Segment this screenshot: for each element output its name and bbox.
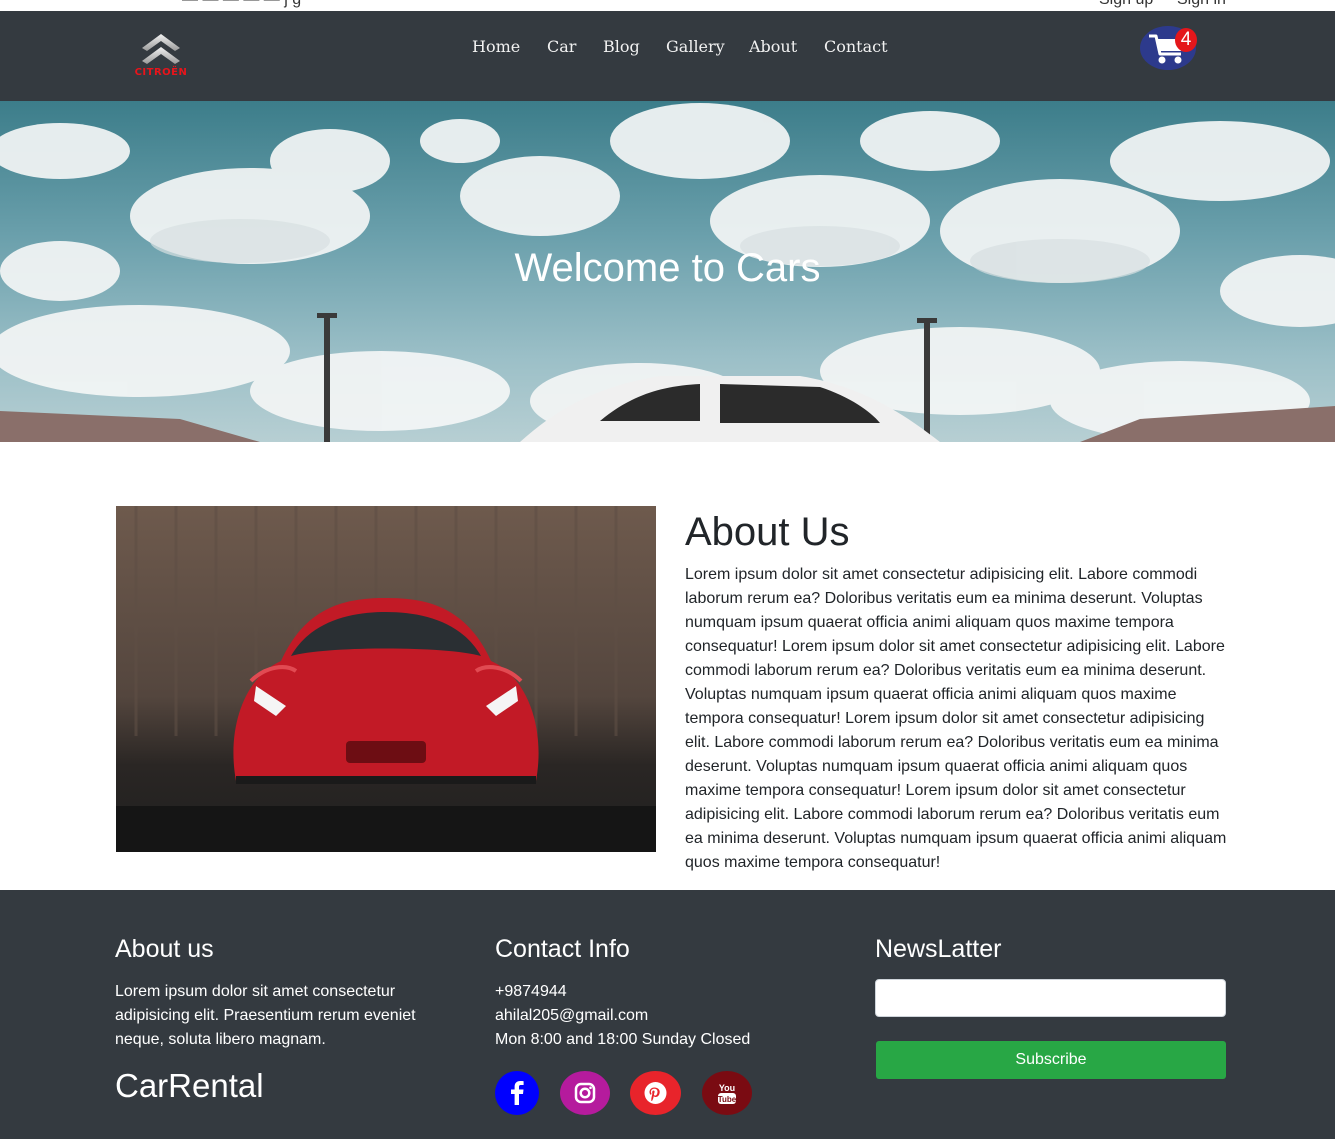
nav-contact[interactable]: Contact [824,37,888,56]
citroen-logo[interactable]: CITROËN [128,31,194,81]
pinterest-icon [644,1082,667,1104]
nav-gallery[interactable]: Gallery [666,37,725,56]
contact-hours: Mon 8:00 and 18:00 Sunday Closed [495,1031,751,1048]
newsletter-title: NewsLatter [875,935,1002,963]
footer: About us Lorem ipsum dolor sit amet cons… [0,890,1335,1139]
instagram-icon [574,1082,596,1104]
svg-text:You: You [719,1083,735,1093]
footer-brand: CarRental [115,1067,264,1104]
subscribe-button[interactable]: Subscribe [876,1041,1226,1079]
facebook-button[interactable] [495,1071,539,1115]
contact-phone: +9874944 [495,983,567,1000]
newsletter-email-input[interactable] [875,979,1226,1017]
top-utility-bar: — — — — — j g Sign up Sign in [0,0,1335,11]
instagram-button[interactable] [560,1071,610,1115]
about-paragraph: Lorem ipsum dolor sit amet consectetur a… [685,566,1227,871]
youtube-icon: You Tube [718,1083,737,1104]
contact-info-title: Contact Info [495,935,630,963]
contact-email: ahilal205@gmail.com [495,1007,649,1024]
footer-about-title: About us [115,935,214,963]
facebook-icon [511,1081,524,1105]
nav-blog[interactable]: Blog [603,37,640,56]
pinterest-button[interactable] [630,1071,681,1115]
signup-link[interactable]: Sign up [1099,0,1153,9]
double-chevron-icon [142,34,180,64]
footer-about-text: Lorem ipsum dolor sit amet consectetur a… [115,983,416,1048]
hero-title: Welcome to Cars [514,246,821,290]
nav-home[interactable]: Home [472,37,520,56]
youtube-button[interactable]: You Tube [702,1071,752,1115]
nav-about[interactable]: About [749,37,797,56]
navbar: CITROËN Home Car Blog Gallery About Cont… [0,11,1335,101]
signin-link[interactable]: Sign in [1177,0,1226,9]
top-left-text: — — — — — j g [182,0,301,9]
nav-car[interactable]: Car [547,37,576,56]
red-sports-car-image [116,506,656,852]
about-title: About Us [685,510,850,554]
hero-banner: Welcome to Cars [0,101,1335,442]
logo-wordmark: CITROËN [134,67,188,78]
svg-text:Tube: Tube [718,1095,737,1104]
about-car-image [116,506,656,852]
cart-count-badge: 4 [1175,28,1197,52]
